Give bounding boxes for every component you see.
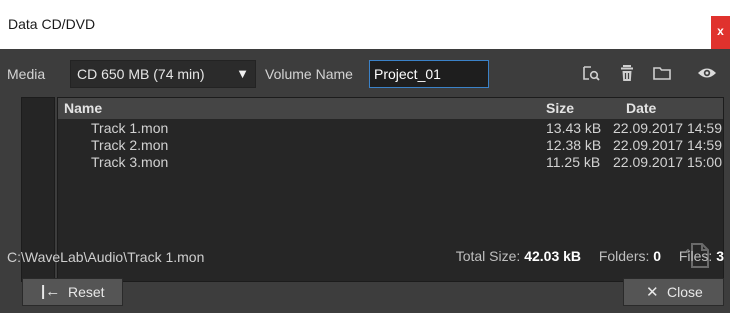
file-name: Track 3.mon	[91, 154, 169, 170]
folder-icon[interactable]	[652, 63, 672, 83]
file-name: Track 2.mon	[91, 137, 169, 153]
media-dropdown[interactable]: CD 650 MB (74 min) ▼	[70, 60, 256, 88]
file-size: 13.43 kB	[546, 120, 602, 136]
window-title: Data CD/DVD	[8, 16, 96, 32]
total-size-value: 42.03 kB	[524, 248, 582, 264]
reset-label: Reset	[68, 284, 105, 300]
media-label: Media	[7, 66, 46, 82]
volume-name-input[interactable]	[369, 60, 489, 88]
column-header-date[interactable]: Date	[626, 100, 656, 116]
close-icon: ✕	[646, 284, 659, 301]
file-size: 12.38 kB	[546, 137, 602, 153]
close-button[interactable]: ✕ Close	[623, 278, 724, 306]
file-row[interactable]: Track 1.mon 13.43 kB 22.09.2017 14:59	[58, 120, 723, 137]
file-row[interactable]: Track 2.mon 12.38 kB 22.09.2017 14:59	[58, 137, 723, 154]
file-date: 22.09.2017 15:00	[613, 154, 722, 170]
file-date: 22.09.2017 14:59	[613, 120, 722, 136]
folders-label: Folders:	[598, 248, 650, 264]
column-header-name[interactable]: Name	[64, 100, 102, 116]
files-label: Files:	[678, 248, 713, 264]
files-header: Name Size Date	[58, 98, 723, 119]
reset-button[interactable]: |← Reset	[22, 278, 123, 306]
delete-icon[interactable]	[618, 63, 638, 83]
file-row[interactable]: Track 3.mon 11.25 kB 22.09.2017 15:00	[58, 154, 723, 171]
file-name: Track 1.mon	[91, 120, 169, 136]
preview-icon[interactable]	[697, 63, 717, 83]
total-size-label: Total Size:	[455, 248, 521, 264]
browse-icon[interactable]	[581, 63, 601, 83]
media-dropdown-value: CD 650 MB (74 min)	[77, 66, 205, 82]
summary-stats: Total Size: 42.03 kB Folders: 0 Files: 3	[456, 248, 724, 264]
volume-name-label: Volume Name	[265, 66, 353, 82]
file-date: 22.09.2017 14:59	[613, 137, 722, 153]
window-close-button[interactable]: x	[711, 16, 730, 49]
title-bar: Data CD/DVD x	[0, 0, 730, 49]
files-count: 3	[716, 248, 724, 264]
folders-count: 0	[653, 248, 662, 264]
selected-file-path: C:\WaveLab\Audio\Track 1.mon	[7, 249, 205, 265]
file-size: 11.25 kB	[546, 154, 601, 170]
dialog-body: Media CD 650 MB (74 min) ▼ Volume Name N…	[0, 49, 730, 313]
chevron-down-icon: ▼	[236, 66, 249, 81]
column-header-size[interactable]: Size	[546, 100, 574, 116]
reset-icon: |←	[41, 283, 61, 300]
close-label: Close	[667, 284, 703, 300]
